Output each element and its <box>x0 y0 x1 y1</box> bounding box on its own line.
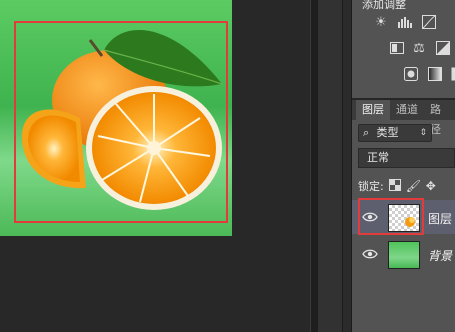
adjustments-title: 添加调整 <box>362 0 406 11</box>
layer-row-background[interactable]: 背景 <box>352 237 455 271</box>
blend-mode-select[interactable]: 正常 <box>358 148 455 168</box>
layer-kind-filter[interactable]: ⌕ 类型 ⇕ <box>358 124 432 142</box>
eye-icon[interactable] <box>362 247 378 261</box>
lock-row: 锁定: 🖌 ✥ <box>358 178 438 194</box>
tab-paths[interactable]: 路径 <box>424 100 455 136</box>
selective-color-icon[interactable] <box>446 66 455 82</box>
updown-arrows-icon: ⇕ <box>419 128 427 138</box>
layer-highlight-box <box>358 198 424 235</box>
bw-icon[interactable] <box>434 40 452 56</box>
panel-splitter-secondary[interactable] <box>342 0 352 332</box>
lock-move-icon[interactable]: ✥ <box>424 179 438 193</box>
layer-kind-label: 类型 <box>376 126 399 139</box>
lock-brush-icon[interactable]: 🖌 <box>406 179 421 193</box>
photo-filter-icon[interactable] <box>402 66 420 82</box>
layer-name[interactable]: 图层 <box>428 210 452 227</box>
canvas-area[interactable] <box>0 0 310 332</box>
collapsed-dock-strip <box>318 0 342 332</box>
curves-icon[interactable] <box>420 14 438 30</box>
balance-icon[interactable]: ⚖ <box>410 40 428 56</box>
panel-tabs: 图层 通道 路径 <box>352 100 455 136</box>
lock-label: 锁定: <box>358 180 384 193</box>
document-canvas[interactable] <box>0 0 232 236</box>
search-icon: ⌕ <box>363 126 370 139</box>
panel-splitter[interactable] <box>310 0 318 332</box>
tab-layers[interactable]: 图层 <box>356 100 390 120</box>
canvas-highlight-box <box>14 21 228 223</box>
right-panels: 添加调整 ☀ ⚖ 图层 通道 路径 ⌕ 类型 ⇕ 正常 锁定: 🖌 ✥ 图层 背… <box>352 0 455 332</box>
lock-transparent-icon[interactable] <box>388 179 402 193</box>
adjustments-panel: 添加调整 ☀ ⚖ <box>352 0 455 96</box>
layer-name[interactable]: 背景 <box>428 247 452 264</box>
layer-thumbnail <box>388 241 420 269</box>
vibrance-icon[interactable] <box>388 40 406 56</box>
levels-icon[interactable] <box>396 14 414 30</box>
brightness-icon[interactable]: ☀ <box>372 14 390 30</box>
gradient-map-icon[interactable] <box>426 66 444 82</box>
tab-channels[interactable]: 通道 <box>390 100 424 120</box>
